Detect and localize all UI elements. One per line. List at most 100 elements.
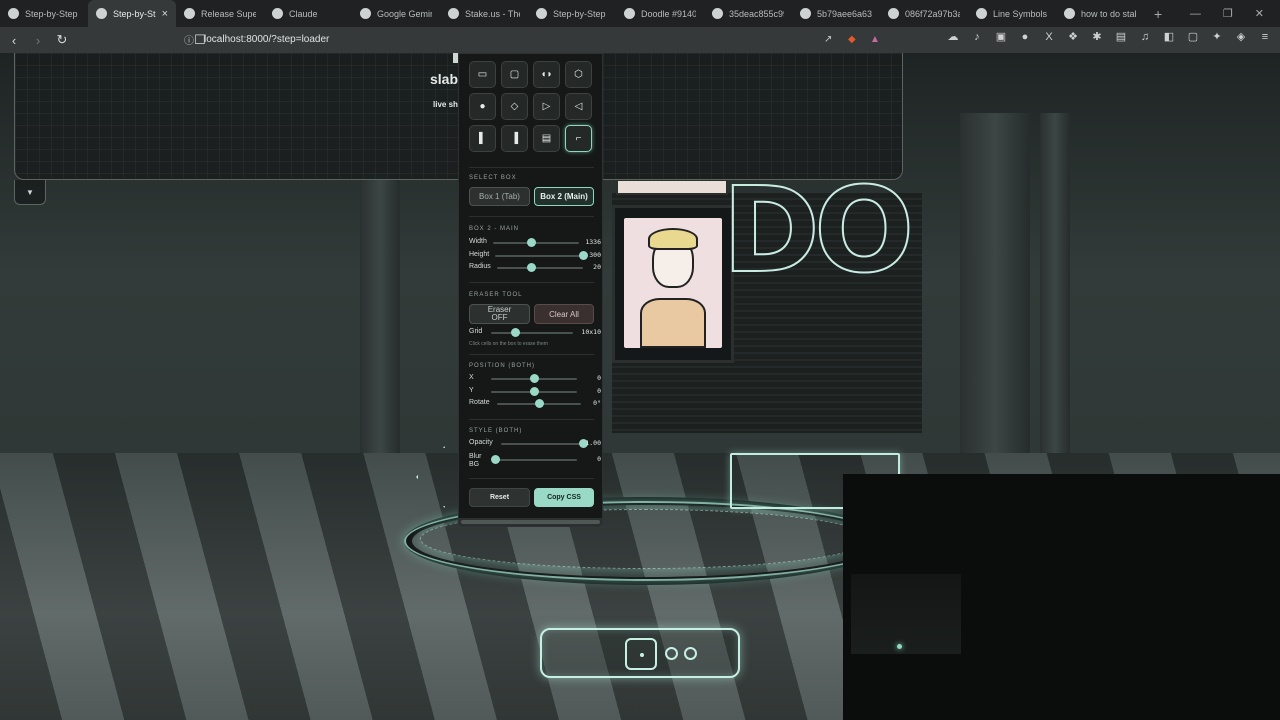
menu-icon[interactable]: ≡ [1258,31,1272,43]
back-icon[interactable]: ‹ [4,30,24,50]
height-slider-track[interactable] [495,255,583,257]
y-label: Y [469,387,474,394]
ai-icon[interactable]: ✦ [1210,30,1224,43]
eraser-heading: ERASER TOOL [469,292,523,298]
new-tab-button[interactable]: + [1144,6,1172,22]
blur-slider-track[interactable] [495,459,577,461]
neon-do-text: DO [721,161,915,299]
browser-tab[interactable]: 086f72a97b3a [880,0,968,27]
sidebar-icon[interactable]: ◧ [1162,30,1176,43]
shape-option-button[interactable]: ● [469,93,496,120]
close-tab-icon[interactable]: × [162,8,168,20]
opacity-slider-track[interactable] [501,443,583,445]
browser-tab[interactable]: Claude [264,0,352,27]
panel-scrollbar[interactable] [459,518,602,526]
browser-tab[interactable]: Step-by-Step D [0,0,88,27]
doodle-favicon-icon [712,8,723,19]
rotate-slider-knob[interactable] [534,399,544,408]
box2-main-button[interactable]: Box 2 (Main) [534,187,594,206]
vpn-icon[interactable]: ◈ [1234,30,1248,43]
shape-option-button[interactable]: ▤ [533,125,560,152]
extension-icon[interactable]: ● [1018,31,1032,43]
browser-tab[interactable]: Release Super [176,0,264,27]
x-slider-knob[interactable] [529,374,539,383]
shape-option-button[interactable]: ◇ [501,93,528,120]
shape-option-button[interactable]: ▌ [469,125,496,152]
poster-art [624,218,722,348]
browser-tab[interactable]: 5b79aee6a632 [792,0,880,27]
tab-strip: Step-by-Step D Step-by-St × Release Super Cl… [0,0,1280,27]
share-icon[interactable]: ↗ [824,34,832,45]
scrollbar-thumb[interactable] [461,520,600,524]
S-favicon-icon [448,8,459,19]
browser-tab[interactable]: Google Gemini [352,0,440,27]
site-info-icon[interactable]: ⓘ [184,32,194,47]
box-main-heading: BOX 2 - MAIN [469,226,520,232]
browser-tab[interactable]: how to do stak [1056,0,1144,27]
step-dot-active[interactable] [625,638,657,670]
dim-window [851,574,961,654]
step-dot[interactable] [665,647,678,660]
shape-option-button[interactable]: ◁ [565,93,592,120]
doodle-favicon-icon [800,8,811,19]
tab-title: Step-by-Step D [553,8,608,19]
restore-icon[interactable]: ❐ [1223,7,1233,20]
puzzle-icon[interactable]: ✱ [1090,30,1104,43]
character-hair [648,228,698,250]
extension-icon[interactable]: ▣ [994,30,1008,43]
blur-value: 0 [597,455,601,463]
shape-option-button[interactable]: ▢ [501,61,528,88]
wallet-icon[interactable]: ▢ [1186,30,1200,43]
width-slider-knob[interactable] [527,238,537,247]
shape-option-button[interactable]: ▭ [469,61,496,88]
extension-icon[interactable]: X [1042,31,1056,43]
clear-all-button[interactable]: Clear All [534,304,594,324]
grid-slider-track[interactable] [491,332,573,334]
dark-video-region [843,474,1280,720]
browser-tab[interactable]: Doodle #9140 [616,0,704,27]
brave-shield-icon[interactable]: ◆ [848,34,856,45]
reload-icon[interactable]: ↻ [52,30,72,50]
browser-tab[interactable]: Line Symbols C [968,0,1056,27]
copy-css-button[interactable]: Copy CSS [534,488,594,507]
reset-button[interactable]: Reset [469,488,530,507]
extension-icon[interactable]: ▤ [1114,30,1128,43]
blur-slider-knob[interactable] [490,455,500,464]
shape-option-button[interactable]: ◖◗ [533,61,560,88]
y-slider-row: Y 0 [469,387,601,397]
music-icon[interactable]: ♫ [1138,31,1152,43]
height-label: Height [469,251,490,258]
overlay-subtitle: live sh [433,100,458,109]
radius-slider-track[interactable] [497,267,583,269]
close-window-icon[interactable]: ✕ [1255,7,1264,20]
shape-option-button[interactable]: ▷ [533,93,560,120]
extension-icon[interactable]: ☁ [946,30,960,43]
address-bar[interactable]: ⓘ localhost:8000/?step=loader ↗ ◆ ▲ [176,29,888,50]
box1-tab-button[interactable]: Box 1 (Tab) [469,187,530,206]
opacity-slider-row: Opacity 1.00 [469,439,601,449]
extension-icon[interactable]: ❖ [1066,30,1080,43]
browser-tab[interactable]: Step-by-St × [88,0,176,27]
divider [469,167,594,168]
extension-icon[interactable]: ♪ [970,31,984,43]
browser-tab[interactable]: Step-by-Step D [528,0,616,27]
radius-slider-knob[interactable] [526,263,536,272]
overlay-tab-handle[interactable]: ▼ [14,180,46,205]
browser-tab[interactable]: 35deac855c99 [704,0,792,27]
rewards-icon[interactable]: ▲ [870,34,880,45]
shape-option-button[interactable]: ⌐ [565,125,592,152]
url-text[interactable]: localhost:8000/?step=loader [204,34,329,45]
step-dot[interactable] [684,647,697,660]
y-value: 0 [597,387,601,395]
divider [469,354,594,355]
shape-option-button[interactable]: ⬡ [565,61,592,88]
opacity-label: Opacity [469,439,493,446]
eraser-toggle-button[interactable]: Eraser OFF [469,304,530,324]
height-slider-knob[interactable] [578,251,588,260]
minimize-icon[interactable]: — [1190,8,1201,20]
shape-option-button[interactable]: ▐ [501,125,528,152]
forward-icon[interactable]: › [28,30,48,50]
grid-slider-knob[interactable] [511,328,521,337]
browser-tab[interactable]: Stake.us - The [440,0,528,27]
y-slider-knob[interactable] [529,387,539,396]
